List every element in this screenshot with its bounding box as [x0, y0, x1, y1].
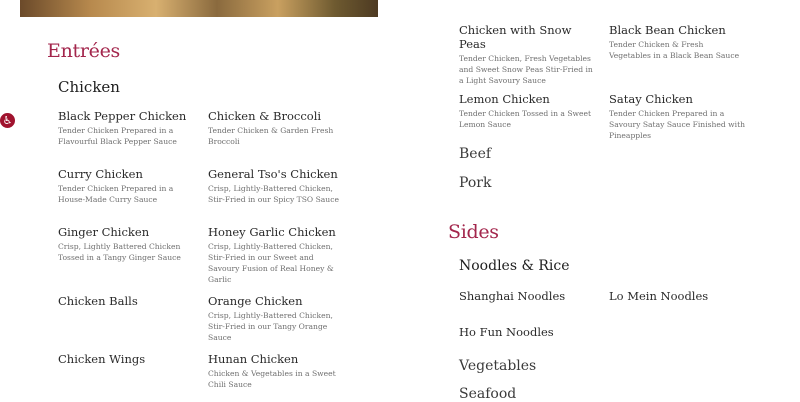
- menu-item[interactable]: Ho Fun Noodles: [459, 325, 597, 339]
- menu-item[interactable]: Satay Chicken Tender Chicken Prepared in…: [609, 92, 747, 141]
- category-link-pork[interactable]: Pork: [459, 175, 491, 191]
- menu-item[interactable]: Honey Garlic Chicken Crisp, Lightly-Batt…: [208, 225, 346, 285]
- item-name: Chicken Balls: [58, 294, 138, 308]
- item-description: Tender Chicken Prepared in a Savoury Sat…: [609, 109, 746, 140]
- menu-item[interactable]: Black Pepper Chicken Tender Chicken Prep…: [58, 109, 196, 147]
- menu-item[interactable]: Hunan Chicken Chicken & Vegetables in a …: [208, 352, 346, 390]
- chicken-category-title: Chicken: [58, 78, 120, 96]
- item-name: Honey Garlic Chicken: [208, 225, 336, 239]
- menu-item[interactable]: Chicken Wings: [58, 352, 196, 366]
- item-name: Hunan Chicken: [208, 352, 299, 366]
- item-description: Tender Chicken Prepared in a Flavourful …: [58, 126, 177, 146]
- menu-item[interactable]: Curry Chicken Tender Chicken Prepared in…: [58, 167, 196, 205]
- item-name: Black Pepper Chicken: [58, 109, 187, 123]
- category-link-vegetables[interactable]: Vegetables: [459, 358, 536, 374]
- menu-item[interactable]: Lemon Chicken Tender Chicken Tossed in a…: [459, 92, 597, 130]
- menu-item[interactable]: General Tso's Chicken Crisp, Lightly-Bat…: [208, 167, 346, 205]
- item-description: Crisp, Lightly-Battered Chicken, Stir-Fr…: [208, 184, 339, 204]
- item-description: Tender Chicken & Fresh Vegetables in a B…: [609, 40, 740, 60]
- menu-item[interactable]: Black Bean Chicken Tender Chicken & Fres…: [609, 23, 747, 61]
- menu-item[interactable]: Orange Chicken Crisp, Lightly-Battered C…: [208, 294, 346, 343]
- noodles-rice-category-title: Noodles & Rice: [459, 258, 570, 274]
- item-name: Lemon Chicken: [459, 92, 550, 106]
- sides-title: Sides: [448, 221, 499, 243]
- menu-item[interactable]: Shanghai Noodles: [459, 289, 597, 303]
- menu-item[interactable]: Chicken Balls: [58, 294, 196, 308]
- item-name: Orange Chicken: [208, 294, 303, 308]
- item-name: Shanghai Noodles: [459, 289, 566, 303]
- item-name: Lo Mein Noodles: [609, 289, 709, 303]
- item-name: Ho Fun Noodles: [459, 325, 554, 339]
- item-description: Tender Chicken Prepared in a House-Made …: [58, 184, 174, 204]
- menu-item[interactable]: Chicken & Broccoli Tender Chicken & Gard…: [208, 109, 346, 147]
- item-description: Crisp, Lightly-Battered Chicken, Stir-Fr…: [208, 311, 333, 342]
- item-name: Chicken Wings: [58, 352, 146, 366]
- item-description: Crisp, Lightly-Battered Chicken, Stir-Fr…: [208, 242, 334, 284]
- item-description: Chicken & Vegetables in a Sweet Chili Sa…: [208, 369, 336, 389]
- entrees-title: Entrées: [47, 40, 120, 62]
- menu-item[interactable]: Lo Mein Noodles: [609, 289, 747, 303]
- item-name: Black Bean Chicken: [609, 23, 726, 37]
- menu-item[interactable]: Ginger Chicken Crisp, Lightly Battered C…: [58, 225, 196, 263]
- item-description: Crisp, Lightly Battered Chicken Tossed i…: [58, 242, 181, 262]
- item-name: Satay Chicken: [609, 92, 693, 106]
- item-name: Chicken with Snow Peas: [459, 23, 572, 51]
- item-name: General Tso's Chicken: [208, 167, 338, 181]
- item-description: Tender Chicken & Garden Fresh Broccoli: [208, 126, 334, 146]
- item-description: Tender Chicken, Fresh Vegetables and Swe…: [459, 54, 593, 85]
- item-description: Tender Chicken Tossed in a Sweet Lemon S…: [459, 109, 592, 129]
- category-link-beef[interactable]: Beef: [459, 146, 491, 162]
- hero-food-image: [20, 0, 378, 17]
- item-name: Ginger Chicken: [58, 225, 150, 239]
- item-name: Curry Chicken: [58, 167, 143, 181]
- item-name: Chicken & Broccoli: [208, 109, 322, 123]
- accessibility-icon[interactable]: ♿: [0, 113, 15, 128]
- menu-item[interactable]: Chicken with Snow Peas Tender Chicken, F…: [459, 23, 597, 86]
